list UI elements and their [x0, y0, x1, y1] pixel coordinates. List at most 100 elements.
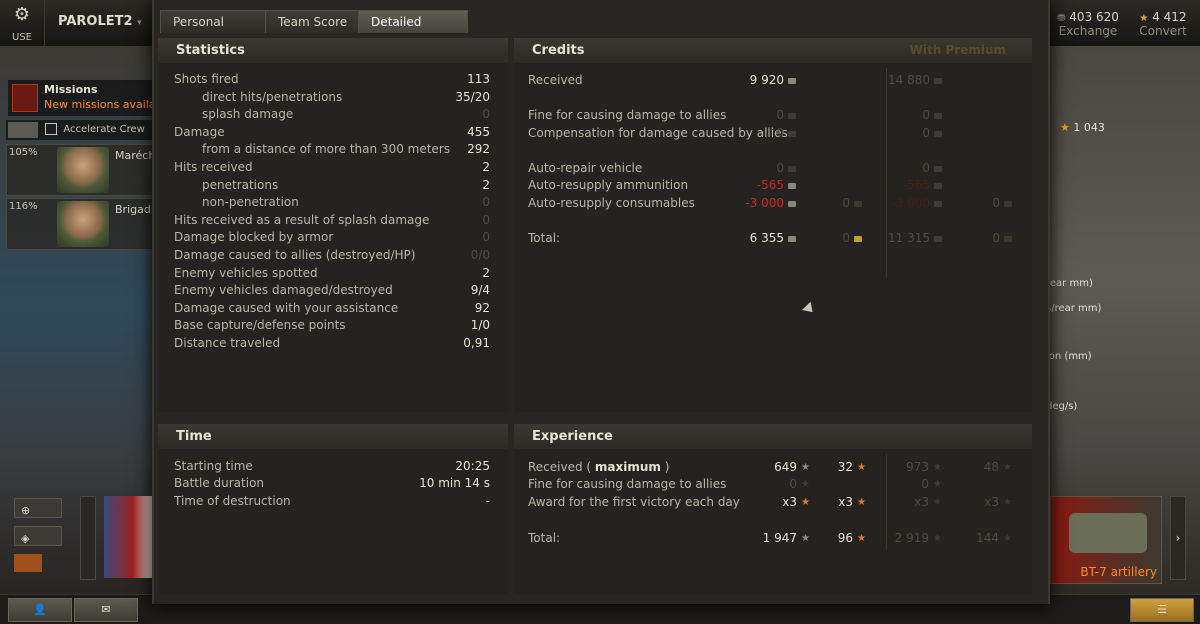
- missions-button[interactable]: Missions New missions available: [8, 80, 172, 116]
- stat-row: Damage caused to allies (destroyed/HP) 0/…: [158, 247, 508, 264]
- time-row: Time of destruction -: [174, 494, 490, 508]
- stat-label: Hits received: [174, 160, 253, 174]
- stat-row: Distance traveled 0,91: [158, 335, 508, 352]
- tank-filter-icon[interactable]: [14, 554, 42, 572]
- stat-row: splash damage 0: [158, 106, 508, 123]
- stat-value: 1/0: [470, 318, 490, 333]
- carousel-right-arrow[interactable]: ›: [1170, 496, 1186, 580]
- gold-icon: ★: [1060, 121, 1070, 134]
- stat-value: 0: [482, 195, 490, 210]
- accelerate-crew[interactable]: Accelerate Crew: [6, 120, 152, 140]
- stat-label: Shots fired: [174, 72, 239, 86]
- free-xp-star-icon: ★: [1003, 533, 1012, 544]
- stat-row: Hits received as a result of splash dama…: [158, 212, 508, 229]
- globe-dropdown[interactable]: ⊕: [14, 498, 62, 518]
- missions-title: Missions: [44, 83, 98, 96]
- tab-personal-score[interactable]: Personal Score: [160, 10, 266, 51]
- stat-value: 0: [482, 107, 490, 122]
- stat-value: 0/0: [470, 248, 490, 262]
- crew-member-1[interactable]: 105% Maréchal: [6, 144, 165, 196]
- credit-icon: [788, 200, 796, 207]
- stat-row: Base capture/defense points 1/0: [158, 317, 508, 334]
- gear-icon: ⚙: [13, 4, 31, 25]
- xp-award-row: Award for the first victory each day x3 ★…: [528, 495, 1012, 509]
- stat-label: Damage blocked by armor: [174, 230, 334, 245]
- stat-label: Enemy vehicles spotted: [174, 265, 318, 280]
- player-name[interactable]: PAROLET2 ▾: [58, 14, 142, 29]
- xp-star-icon: ★: [933, 497, 942, 508]
- credit-icon: [934, 200, 942, 207]
- credits-consumables-row: Auto-resupply consumables -3 000 0 -3 00…: [514, 195, 1032, 212]
- crew-portrait-icon: [57, 147, 109, 193]
- tank-slot-bt7[interactable]: BT-7 artillery: [1050, 496, 1162, 584]
- chat-button[interactable]: ✉: [74, 598, 138, 622]
- credits-received-value: 9 920: [714, 72, 796, 89]
- xp-star-icon: ★: [801, 497, 810, 508]
- credits-fine-row: Fine for causing damage to allies 0 0: [514, 107, 1032, 124]
- accelerate-checkbox[interactable]: [45, 123, 58, 135]
- notification-icon: ☰: [1157, 603, 1167, 616]
- crew-toggle-icon[interactable]: [8, 122, 38, 138]
- globe-icon: ⊕: [21, 504, 31, 517]
- notifications-button[interactable]: ☰: [1130, 598, 1194, 622]
- spec-row-5: deg/s): [1046, 401, 1078, 412]
- spec-row-2: s/rear mm): [1046, 303, 1102, 314]
- stat-label: Distance traveled: [174, 336, 281, 350]
- stat-value: 2: [482, 160, 490, 174]
- credit-icon: [788, 165, 796, 172]
- tab-detailed-report[interactable]: Detailed Report: [358, 10, 468, 51]
- experience-title: Experience: [514, 424, 1032, 449]
- stat-value: 9/4: [470, 283, 490, 298]
- statistics-section: Statistics Shots fired 113 direct hits/pen…: [158, 38, 508, 412]
- tank-slot-flag[interactable]: [104, 496, 152, 578]
- filter-dropdown[interactable]: ◈: [14, 526, 62, 546]
- spec-row-1: rear mm): [1046, 278, 1093, 289]
- credits-compensation-row: Compensation for damage caused by allies…: [514, 125, 1032, 142]
- stat-row: Shots fired 113: [158, 71, 508, 88]
- credits-section: Credits With Premium Received 9 920 14 88…: [514, 38, 1032, 412]
- stat-value: 113: [467, 72, 490, 86]
- credits-autorepair-row: Auto-repair vehicle 0 0: [514, 160, 1032, 177]
- carousel-left-arrow[interactable]: [80, 496, 96, 580]
- credits-value: 403 620: [1069, 10, 1119, 24]
- free-xp-star-icon: ★: [1003, 497, 1012, 508]
- stat-value: 92: [474, 300, 490, 315]
- credit-icon: [934, 165, 942, 172]
- credits-header: Credits With Premium: [514, 38, 1032, 63]
- left-hangar-area: Missions New missions available Accelera…: [0, 46, 172, 623]
- crew-portrait-icon: [57, 201, 109, 247]
- missions-icon: [12, 84, 38, 112]
- stat-value: 2: [482, 177, 490, 192]
- stat-row: Damage blocked by armor 0: [158, 229, 508, 246]
- chevron-down-icon: ▾: [137, 18, 142, 28]
- credits-received-row: Received 9 920 14 880: [514, 72, 1032, 89]
- user-button[interactable]: 👤: [8, 598, 72, 622]
- time-row: Starting time 20:25: [174, 459, 490, 473]
- convert-button[interactable]: ★ 4 412 Convert: [1128, 10, 1198, 38]
- tab-team-score[interactable]: Team Score: [265, 10, 361, 33]
- stat-value: 292: [467, 142, 490, 157]
- stat-label: direct hits/penetrations: [202, 89, 343, 104]
- gold-value: 4 412: [1152, 10, 1187, 24]
- stat-label: Damage: [174, 124, 225, 139]
- stat-label: splash damage: [202, 107, 294, 122]
- stat-row: direct hits/penetrations 35/20: [158, 89, 508, 106]
- stat-row: Enemy vehicles spotted 2: [158, 265, 508, 282]
- stat-label: non-penetration: [202, 195, 299, 210]
- stat-row: Damage 455: [158, 124, 508, 141]
- exchange-button[interactable]: ⛃ 403 620 Exchange: [1050, 10, 1126, 38]
- credit-icon: [934, 77, 942, 84]
- stat-value: 2: [482, 265, 490, 280]
- xp-fine-row: Fine for causing damage to allies 0 ★ 0 ★: [528, 477, 942, 491]
- convert-label: Convert: [1139, 24, 1187, 38]
- stat-label: Base capture/defense points: [174, 318, 346, 333]
- use-button[interactable]: ⚙ USE: [0, 0, 45, 46]
- stat-label: Damage caused to allies (destroyed/HP): [174, 248, 416, 262]
- xp-star-icon: ★: [933, 479, 942, 490]
- xp-star-icon: ★: [933, 462, 942, 473]
- stat-value: 455: [467, 124, 490, 139]
- crew-member-2[interactable]: 116% Brigadier: [6, 198, 165, 250]
- filter-icon: ◈: [21, 532, 30, 545]
- xp-star-icon: ★: [933, 533, 942, 544]
- xp-received-row: Received ( maximum ) 649 ★ 32 ★ 973 ★ 48 ★: [528, 460, 1012, 474]
